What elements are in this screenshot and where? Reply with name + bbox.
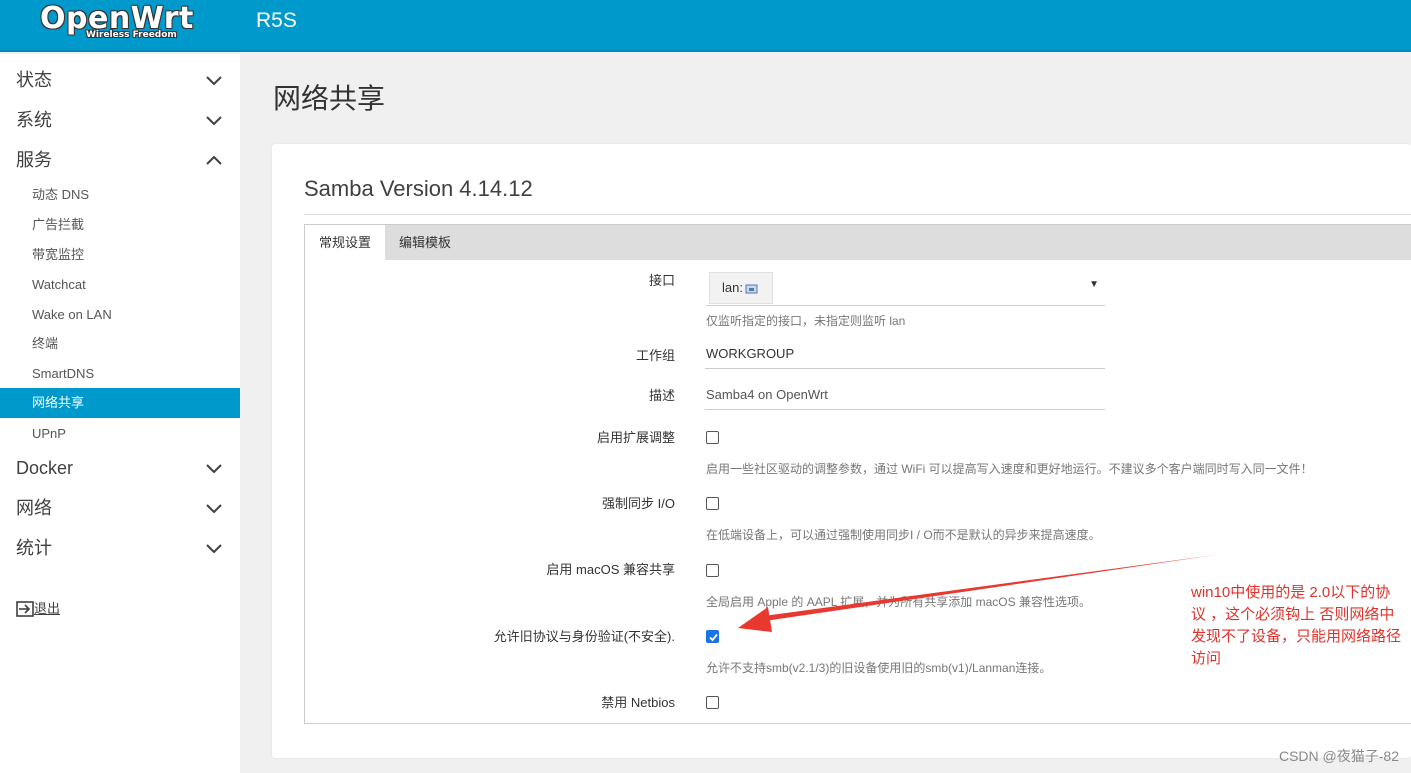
menu-label: 统计 <box>16 538 52 558</box>
chevron-down-icon <box>206 544 222 554</box>
sidebar-item-label: UPnP <box>32 426 66 441</box>
sidebar-item-wol[interactable]: Wake on LAN <box>0 300 240 330</box>
legacy-auth-checkbox[interactable] <box>706 630 719 643</box>
interface-select[interactable]: lan: ▼ <box>706 270 1105 306</box>
sidebar-item-network-share[interactable]: 网络共享 <box>0 388 240 418</box>
page-title: 网络共享 <box>273 83 386 114</box>
checkmark-icon <box>709 633 718 642</box>
sidebar-item-label: Wake on LAN <box>32 307 112 322</box>
legacy-auth-description: 允许不支持smb(v2.1/3)的旧设备使用旧的smb(v1)/Lanman连接… <box>706 661 1052 675</box>
sidebar: 状态 系统 服务 动态 DNS 广告拦截 带宽监控 Watchcat Wake … <box>0 54 240 773</box>
force-sync-io-label: 强制同步 I/O <box>602 496 675 511</box>
menu-label: 服务 <box>16 150 52 170</box>
description-underline <box>705 409 1105 410</box>
sidebar-item-adblock[interactable]: 广告拦截 <box>0 210 240 240</box>
menu-statistics[interactable]: 统计 <box>0 528 240 568</box>
description-label: 描述 <box>648 388 675 403</box>
macos-compat-checkbox[interactable] <box>706 564 719 577</box>
menu-label: Docker <box>16 458 74 478</box>
network-port-icon <box>745 284 758 294</box>
workgroup-label: 工作组 <box>635 348 675 363</box>
openwrt-logo[interactable]: OpenWrt Wireless Freedom <box>40 2 202 42</box>
sidebar-item-ddns[interactable]: 动态 DNS <box>0 180 240 210</box>
logout-label: 退出 <box>34 601 61 616</box>
menu-label: 系统 <box>16 110 52 130</box>
sidebar-item-label: Watchcat <box>32 277 86 292</box>
sidebar-item-upnp[interactable]: UPnP <box>0 419 240 449</box>
menu-label: 网络 <box>16 498 52 518</box>
chevron-down-icon <box>206 76 222 86</box>
sidebar-item-watchcat[interactable]: Watchcat <box>0 270 240 300</box>
sidebar-item-label: 网络共享 <box>32 395 85 410</box>
force-sync-io-description: 在低端设备上，可以通过强制使用同步I / O而不是默认的异步来提高速度。 <box>706 528 1101 542</box>
interface-description: 仅监听指定的接口，未指定则监听 lan <box>706 314 906 328</box>
tab-edit-template[interactable]: 编辑模板 <box>385 225 465 260</box>
hostname[interactable]: R5S <box>256 8 297 34</box>
extended-tuning-description: 启用一些社区驱动的调整参数，通过 WiFi 可以提高写入速度和更好地运行。不建议… <box>706 462 1313 476</box>
menu-system[interactable]: 系统 <box>0 100 240 140</box>
sidebar-item-label: 动态 DNS <box>32 187 90 202</box>
menu-network[interactable]: 网络 <box>0 488 240 528</box>
chevron-down-icon <box>206 464 222 474</box>
top-header: OpenWrt Wireless Freedom R5S <box>0 0 1411 52</box>
menu-label: 状态 <box>16 70 52 90</box>
sidebar-item-smartdns[interactable]: SmartDNS <box>0 359 240 389</box>
chevron-up-icon <box>206 155 222 165</box>
sidebar-item-bandwidth[interactable]: 带宽监控 <box>0 240 240 270</box>
sidebar-item-terminal[interactable]: 终端 <box>0 329 240 359</box>
section-title: Samba Version 4.14.12 <box>304 176 533 201</box>
dropdown-arrow-icon: ▼ <box>1089 279 1099 290</box>
macos-compat-description: 全局启用 Apple 的 AAPL 扩展，并为所有共享添加 macOS 兼容性选… <box>706 595 1091 609</box>
menu-services[interactable]: 服务 <box>0 140 240 180</box>
sidebar-item-label: SmartDNS <box>32 366 95 381</box>
extended-tuning-label: 启用扩展调整 <box>596 430 675 445</box>
chevron-down-icon <box>206 504 222 514</box>
logout-icon <box>16 601 34 617</box>
tab-general-settings[interactable]: 常规设置 <box>305 225 386 260</box>
chevron-down-icon <box>206 116 222 126</box>
sidebar-item-label: 带宽监控 <box>32 247 85 262</box>
selected-interface-text: lan: <box>722 280 743 295</box>
interface-label: 接口 <box>648 273 675 288</box>
workgroup-input[interactable]: WORKGROUP <box>706 345 794 363</box>
description-input[interactable]: Samba4 on OpenWrt <box>706 386 828 404</box>
tab-bar: 常规设置 编辑模板 <box>305 225 1411 260</box>
disable-netbios-label: 禁用 Netbios <box>601 695 675 710</box>
sidebar-item-label: 终端 <box>32 336 59 351</box>
extended-tuning-checkbox[interactable] <box>706 431 719 444</box>
legacy-auth-label: 允许旧协议与身份验证(不安全). <box>493 629 675 644</box>
macos-compat-label: 启用 macOS 兼容共享 <box>546 562 675 577</box>
menu-docker[interactable]: Docker <box>0 448 240 488</box>
annotation-note: win10中使用的是 2.0以下的协议 ，这个必须钩上 否则网络中发现不了设备，… <box>1191 584 1402 667</box>
logo-tagline: Wireless Freedom <box>86 30 177 40</box>
selected-interface-chip: lan: <box>709 272 773 304</box>
workgroup-underline <box>705 368 1105 369</box>
section-divider <box>304 214 1411 215</box>
sidebar-item-label: 广告拦截 <box>32 217 85 232</box>
force-sync-io-checkbox[interactable] <box>706 497 719 510</box>
csdn-watermark: CSDN @夜猫子-82 <box>1278 748 1399 764</box>
menu-status[interactable]: 状态 <box>0 60 240 100</box>
disable-netbios-checkbox[interactable] <box>706 696 719 709</box>
